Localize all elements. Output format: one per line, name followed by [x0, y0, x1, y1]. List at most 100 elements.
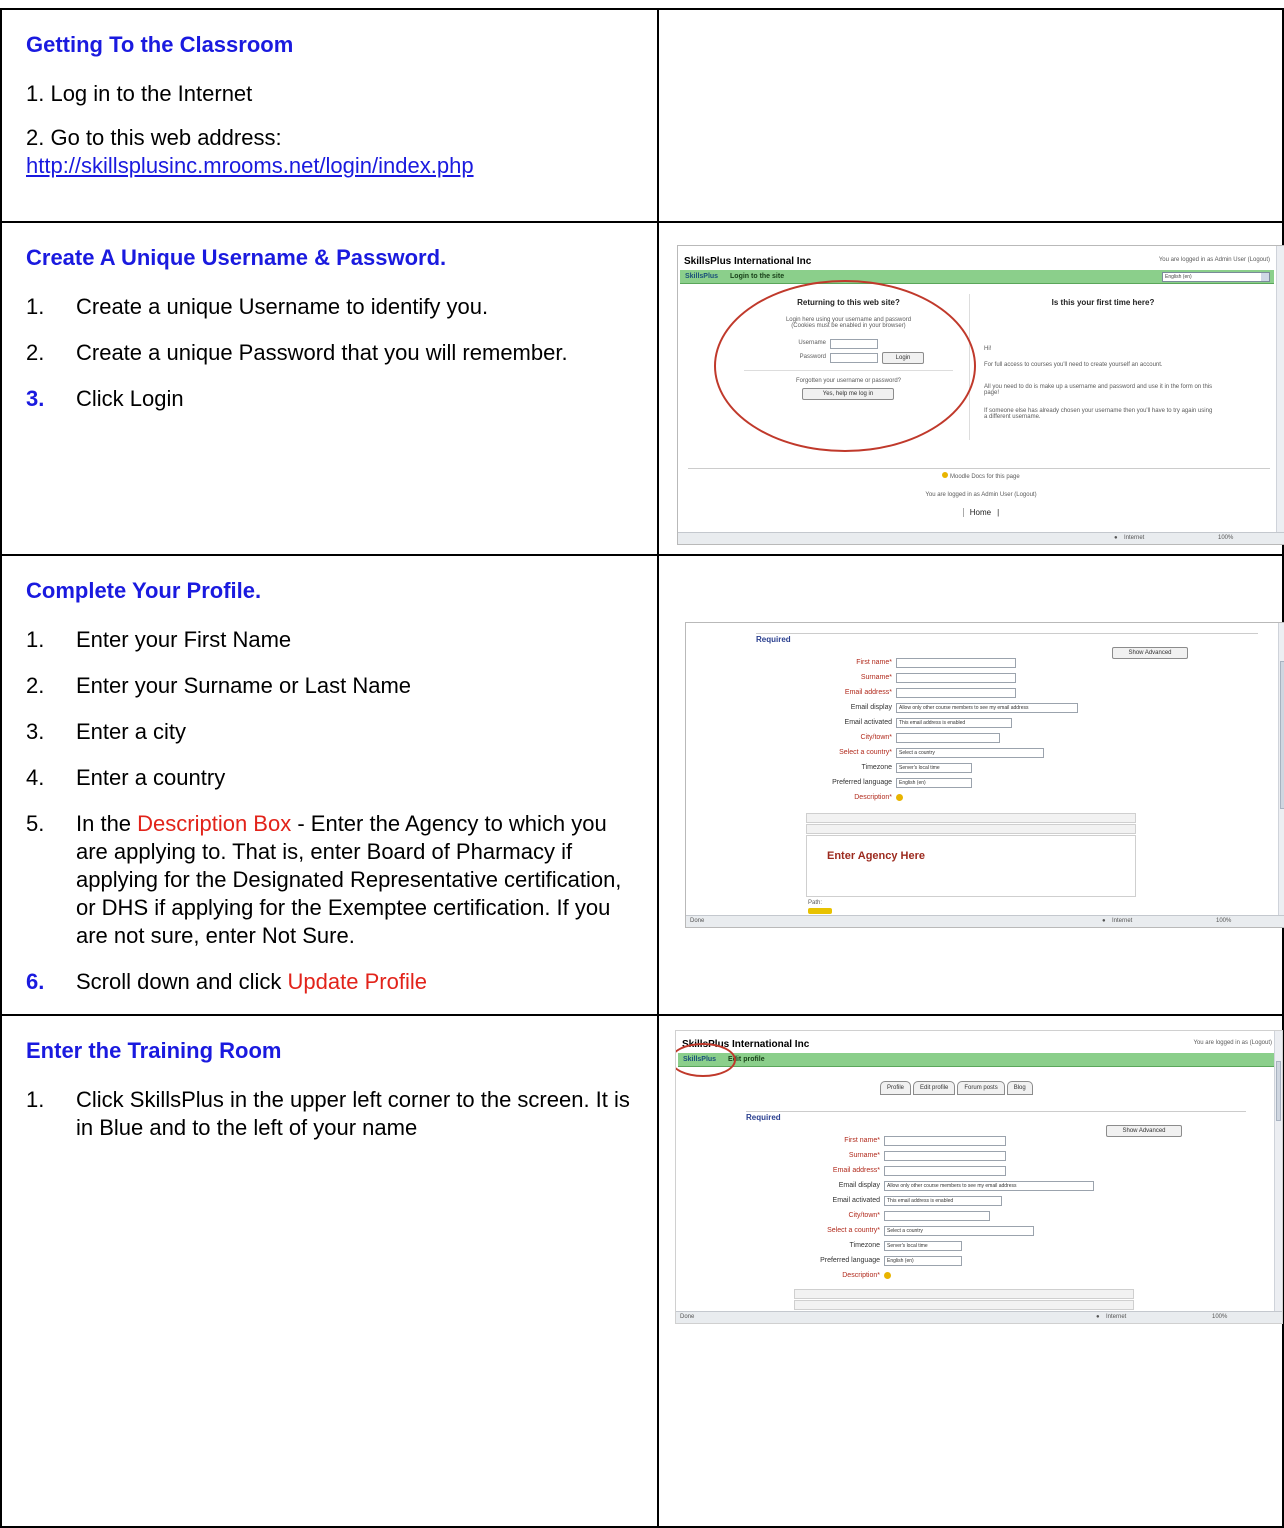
surname-label: Surname* — [860, 674, 892, 681]
status-text: Done — [680, 1314, 695, 1320]
list-item: 2. Create a unique Password that you will… — [26, 339, 637, 367]
list-item: 6. Scroll down and click Update Profile — [26, 968, 637, 996]
table-row: Enter the Training Room 1. Click SkillsPl… — [0, 1014, 1284, 1528]
status-zone: Internet — [1106, 1314, 1127, 1320]
surname-input[interactable] — [896, 673, 1016, 683]
email-input[interactable] — [896, 688, 1016, 698]
breadcrumb: Login to the site — [730, 273, 785, 280]
docs-link[interactable]: Moodle Docs for this page — [678, 472, 1284, 480]
step-number: 3. — [26, 386, 45, 411]
list-item: 4. Enter a country — [26, 764, 637, 792]
step-text: Create a unique Username to identify you… — [76, 294, 489, 319]
first-name-input[interactable] — [896, 658, 1016, 668]
step-text: Scroll down and click Update Profile — [76, 968, 427, 996]
description-editor[interactable]: Enter Agency Here — [806, 835, 1136, 897]
url-link[interactable]: http://skillsplusinc.mrooms.net/login/in… — [26, 153, 474, 178]
step-text: Click Login — [76, 386, 184, 411]
tab-blog[interactable]: Blog — [1006, 1081, 1033, 1095]
timezone-select[interactable]: Server's local time — [896, 763, 972, 773]
step-number: 1. — [26, 294, 45, 319]
divider — [746, 1111, 1246, 1112]
divider — [756, 633, 1258, 634]
section-heading: Create A Unique Username & Password. — [26, 245, 447, 270]
city-label: City/town* — [860, 734, 892, 741]
first-name-label: First name* — [844, 1137, 880, 1144]
info-text: All you need to do is make up a username… — [984, 384, 1213, 396]
home-link[interactable]: Home | — [678, 508, 1284, 517]
tab-forum-posts[interactable]: Forum posts — [957, 1081, 1005, 1095]
scrollbar[interactable] — [1278, 623, 1284, 915]
country-select[interactable]: Select a country — [884, 1226, 1034, 1236]
home-tab[interactable]: SkillsPlus — [680, 270, 723, 284]
scrollbar-thumb[interactable] — [1280, 661, 1284, 809]
step-text: Click SkillsPlus in the upper left corne… — [76, 1087, 630, 1140]
docs-link-text: Moodle Docs for this page — [949, 474, 1020, 480]
first-name-input[interactable] — [884, 1136, 1006, 1146]
email-display-select[interactable]: Allow only other course members to see m… — [884, 1181, 1094, 1191]
select-value: This email address is enabled — [899, 720, 966, 726]
nav-bar: SkillsPlus Edit profile — [678, 1053, 1280, 1067]
editor-toolbar[interactable] — [794, 1289, 1134, 1299]
email-display-label: Email display — [838, 1182, 880, 1189]
surname-input[interactable] — [884, 1151, 1006, 1161]
select-value: This email address is enabled — [887, 1198, 954, 1204]
help-icon — [884, 1272, 891, 1279]
instruction-table: Getting To the Classroom 1. Log in to th… — [0, 8, 1284, 1528]
help-icon — [896, 794, 903, 801]
step-number: 1. — [26, 627, 45, 652]
section-heading: Getting To the Classroom — [26, 32, 294, 57]
list-item: 3. Enter a city — [26, 718, 637, 746]
editor-toolbar[interactable] — [806, 824, 1136, 834]
step-text-part: Scroll down and click — [76, 969, 288, 994]
section-title: Required — [756, 635, 791, 644]
divider — [688, 468, 1270, 469]
scrollbar[interactable] — [1274, 1031, 1282, 1311]
list-item: 1. Click SkillsPlus in the upper left cor… — [26, 1086, 637, 1142]
status-bar: Done ● Internet 100% — [676, 1311, 1282, 1323]
info-text: If someone else has already chosen your … — [984, 408, 1213, 420]
tab-edit-profile[interactable]: Edit profile — [913, 1081, 956, 1095]
status-zoom: 100% — [1216, 918, 1232, 924]
select-value: Allow only other course members to see m… — [899, 705, 1029, 711]
preferred-language-select[interactable]: English (en) — [896, 778, 972, 788]
timezone-select[interactable]: Server's local time — [884, 1241, 962, 1251]
section-heading: Complete Your Profile. — [26, 578, 262, 603]
email-display-select[interactable]: Allow only other course members to see m… — [896, 703, 1078, 713]
step-text-part: In the — [76, 811, 138, 836]
first-time-panel: Is this your first time here? Hi! For fu… — [978, 294, 1228, 440]
select-value: Server's local time — [899, 765, 940, 771]
step-text: Enter a country — [76, 765, 226, 790]
preferred-language-select[interactable]: English (en) — [884, 1256, 962, 1266]
status-zoom: 100% — [1218, 535, 1234, 541]
email-activated-select[interactable]: This email address is enabled — [884, 1196, 1002, 1206]
table-row: Complete Your Profile. 1. Enter your Firs… — [0, 554, 1284, 1016]
language-select[interactable]: English (en) — [1162, 272, 1270, 282]
profile-tabs: Profile Edit profile Forum posts Blog — [880, 1081, 1033, 1095]
step-text: Enter your First Name — [76, 627, 292, 652]
instruction-cell: Getting To the Classroom 1. Log in to th… — [0, 8, 659, 223]
image-cell — [657, 8, 1284, 223]
scrollbar-thumb[interactable] — [1276, 1061, 1281, 1121]
scrollbar[interactable] — [1276, 246, 1284, 532]
city-input[interactable] — [896, 733, 1000, 743]
instruction-cell: Create A Unique Username & Password. 1. C… — [0, 221, 659, 556]
city-label: City/town* — [848, 1212, 880, 1219]
classroom-link[interactable]: http://skillsplusinc.mrooms.net/login/in… — [26, 152, 637, 180]
chevron-down-icon — [1261, 273, 1269, 281]
email-activated-select[interactable]: This email address is enabled — [896, 718, 1012, 728]
editor-resize-handle[interactable] — [808, 908, 832, 914]
status-text: Done — [690, 918, 705, 924]
show-advanced-button[interactable]: Show Advanced — [1106, 1125, 1182, 1137]
nav-bar: SkillsPlus Login to the site English (en… — [680, 270, 1274, 284]
country-select[interactable]: Select a country — [896, 748, 1044, 758]
show-advanced-button[interactable]: Show Advanced — [1112, 647, 1188, 659]
editor-toolbar[interactable] — [806, 813, 1136, 823]
instruction-cell: Enter the Training Room 1. Click SkillsPl… — [0, 1014, 659, 1528]
editor-toolbar[interactable] — [794, 1300, 1134, 1310]
tab-profile[interactable]: Profile — [880, 1081, 912, 1095]
step-number: 6. — [26, 969, 45, 994]
table-row: Create A Unique Username & Password. 1. C… — [0, 221, 1284, 556]
step-list: 1. Click SkillsPlus in the upper left cor… — [26, 1086, 637, 1142]
city-input[interactable] — [884, 1211, 990, 1221]
email-input[interactable] — [884, 1166, 1006, 1176]
